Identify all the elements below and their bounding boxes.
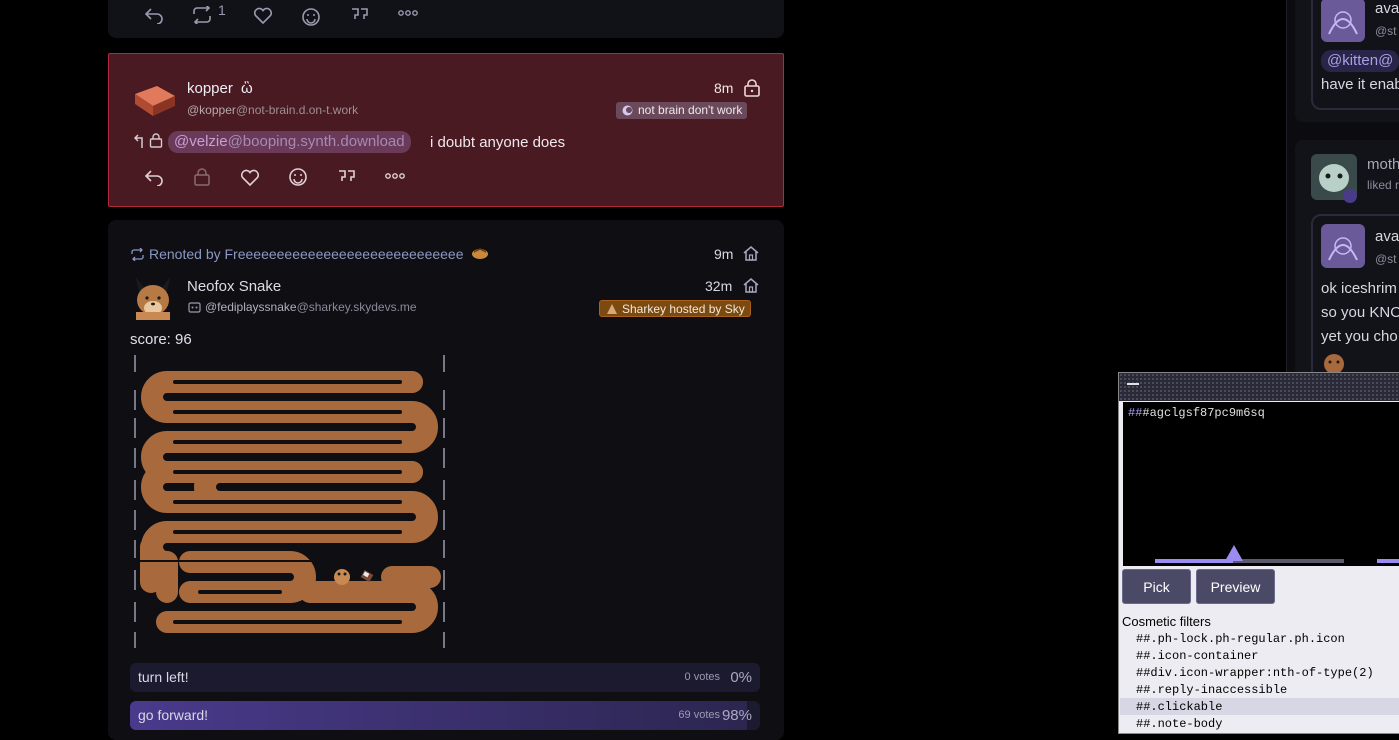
quote-author-handle[interactable]: @st	[1375, 252, 1397, 266]
author-handle[interactable]: @kopper@not-brain.d.on-t.work	[187, 103, 358, 117]
mention-host: @booping.synth.download	[227, 133, 405, 150]
avatar[interactable]	[1311, 154, 1357, 204]
more-icon[interactable]	[398, 8, 418, 18]
heart-icon[interactable]	[240, 169, 260, 187]
username: @fediplayssnake	[205, 300, 297, 314]
filter-textarea[interactable]: ###agclgsf87pc9m6sq	[1123, 402, 1399, 538]
avatar[interactable]	[1321, 0, 1365, 42]
user-host: @sharkey.skydevs.me	[296, 300, 417, 314]
poll-option-percent: 0%	[730, 669, 752, 686]
minimize-icon[interactable]	[1127, 383, 1139, 385]
note-text: i doubt anyone does	[430, 134, 566, 151]
poll-option-percent: 98%	[721, 707, 752, 724]
renoted-by-text: Renoted by Freeeeeeeeeeeeeeeeeeeeeeeeeee…	[149, 246, 464, 262]
emoji-reaction-icon[interactable]	[288, 167, 308, 187]
lock-icon	[743, 79, 761, 97]
quote-author-name[interactable]: ava	[1375, 0, 1399, 17]
avatar[interactable]	[1321, 224, 1365, 268]
previous-note: 1	[108, 0, 784, 38]
timeline-card: ava @st @kitten@ have it enab	[1295, 0, 1399, 122]
renote-header[interactable]: Renoted by Freeeeeeeeeeeeeeeeeeeeeeeeeee…	[130, 246, 489, 262]
fox-avatar-icon[interactable]	[132, 274, 174, 320]
reply-icon[interactable]	[144, 168, 164, 186]
home-icon	[742, 245, 760, 262]
filter-text: #agclgsf87pc9m6sq	[1142, 406, 1265, 420]
custom-emoji-icon	[1321, 352, 1347, 372]
poll-option-votes: 69 votes	[678, 709, 720, 721]
renote-time[interactable]: 9m	[714, 246, 733, 262]
quote-text: have it enab	[1321, 76, 1399, 93]
quote-text-line: ok iceshrim	[1321, 280, 1397, 297]
cosmetic-filter-item[interactable]: ##.icon-container	[1136, 649, 1258, 663]
instance-name: Sharkey hosted by Sky	[622, 302, 745, 316]
author-name-text: kopper	[187, 80, 233, 97]
cosmetic-filters-title: Cosmetic filters	[1122, 614, 1211, 629]
poll-option-label: go forward!	[138, 707, 209, 723]
specificity-slider-fill[interactable]	[1377, 559, 1399, 563]
quote-text-line: yet you cho	[1321, 328, 1398, 345]
score-text: score: 96	[130, 331, 192, 348]
quoted-note[interactable]: ava @st ok iceshrim so you KNO yet you c…	[1311, 214, 1399, 388]
renote-lock-icon	[193, 168, 211, 186]
cosmetic-filter-item[interactable]: ##.clickable	[1136, 700, 1222, 714]
emoji-reaction-icon[interactable]	[301, 7, 321, 27]
element-picker-panel: ###agclgsf87pc9m6sq Pick Preview Cosmeti…	[1118, 372, 1399, 734]
renote-icon	[130, 248, 145, 261]
quote-author-name[interactable]: ava	[1375, 228, 1399, 245]
quote-icon[interactable]	[337, 169, 357, 187]
instance-badge[interactable]: not brain don't work	[616, 102, 748, 119]
poll-option[interactable]: go forward! 69 votes 98%	[130, 701, 760, 730]
filter-hash: ##	[1128, 406, 1143, 420]
home-icon	[742, 277, 760, 294]
card-subtext: liked r	[1367, 178, 1399, 192]
quote-icon[interactable]	[350, 7, 370, 25]
custom-emoji-icon	[471, 246, 489, 260]
quote-text-line: so you KNO	[1321, 304, 1399, 321]
note-time[interactable]: 8m	[714, 80, 733, 96]
renote-count: 1	[218, 2, 226, 18]
reply-arrow-icon	[133, 133, 147, 149]
cosmetic-filter-item[interactable]: ##.note-body	[1136, 717, 1222, 731]
instance-badge[interactable]: Sharkey hosted by Sky	[599, 300, 751, 317]
timeline-card: moth liked r ava @st ok iceshrim so you …	[1295, 140, 1399, 388]
cosmetic-filter-item[interactable]: ##.ph-lock.ph-regular.ph.icon	[1136, 632, 1345, 646]
cosmetic-filter-item[interactable]: ##div.icon-wrapper:nth-of-type(2)	[1136, 666, 1374, 680]
card-author-name[interactable]: moth	[1367, 156, 1399, 173]
reply-icon[interactable]	[144, 6, 164, 24]
note-time[interactable]: 32m	[705, 278, 732, 294]
mention-link[interactable]: @velzie@booping.synth.download	[168, 131, 411, 153]
small-lock-icon	[149, 133, 163, 148]
author-name[interactable]: Neofox Snake	[187, 278, 281, 295]
poll-option-fill	[130, 701, 748, 730]
depth-slider-thumb[interactable]	[1225, 545, 1243, 561]
pick-button[interactable]: Pick	[1122, 569, 1191, 604]
user-host: @not-brain.d.on-t.work	[235, 103, 359, 117]
instance-name: not brain don't work	[638, 103, 743, 117]
snake-game-note: Renoted by Freeeeeeeeeeeeeeeeeeeeeeeeeee…	[108, 220, 784, 740]
snake-game-board	[130, 352, 450, 652]
poll-option[interactable]: turn left! 0 votes 0%	[130, 663, 760, 692]
depth-slider-fill	[1155, 559, 1233, 563]
quote-author-handle[interactable]: @st	[1375, 24, 1397, 38]
author-name[interactable]: kopper ὢ	[187, 80, 253, 97]
quoted-note[interactable]: ava @st @kitten@ have it enab	[1311, 0, 1399, 110]
preview-button[interactable]: Preview	[1196, 569, 1275, 604]
instance-icon	[622, 105, 633, 116]
heart-icon[interactable]	[253, 7, 273, 25]
mention-user: @velzie	[174, 133, 228, 150]
more-icon[interactable]	[385, 171, 405, 181]
poll-option-label: turn left!	[138, 669, 189, 685]
highlighted-note: kopper ὢ @kopper@not-brain.d.on-t.work 8…	[108, 53, 784, 207]
author-emoji: ὢ	[241, 80, 253, 97]
mention-link[interactable]: @kitten@	[1321, 50, 1399, 72]
instance-icon	[606, 303, 618, 315]
picker-drag-handle[interactable]	[1119, 373, 1399, 401]
avatar-copper-ingot-icon[interactable]	[131, 80, 179, 120]
author-handle[interactable]: @fediplayssnake@sharkey.skydevs.me	[205, 300, 417, 314]
renote-icon[interactable]	[191, 6, 213, 24]
poll-option-votes: 0 votes	[684, 671, 720, 683]
cosmetic-filter-item[interactable]: ##.reply-inaccessible	[1136, 683, 1287, 697]
bot-icon	[188, 301, 201, 313]
username: @kopper	[187, 103, 236, 117]
